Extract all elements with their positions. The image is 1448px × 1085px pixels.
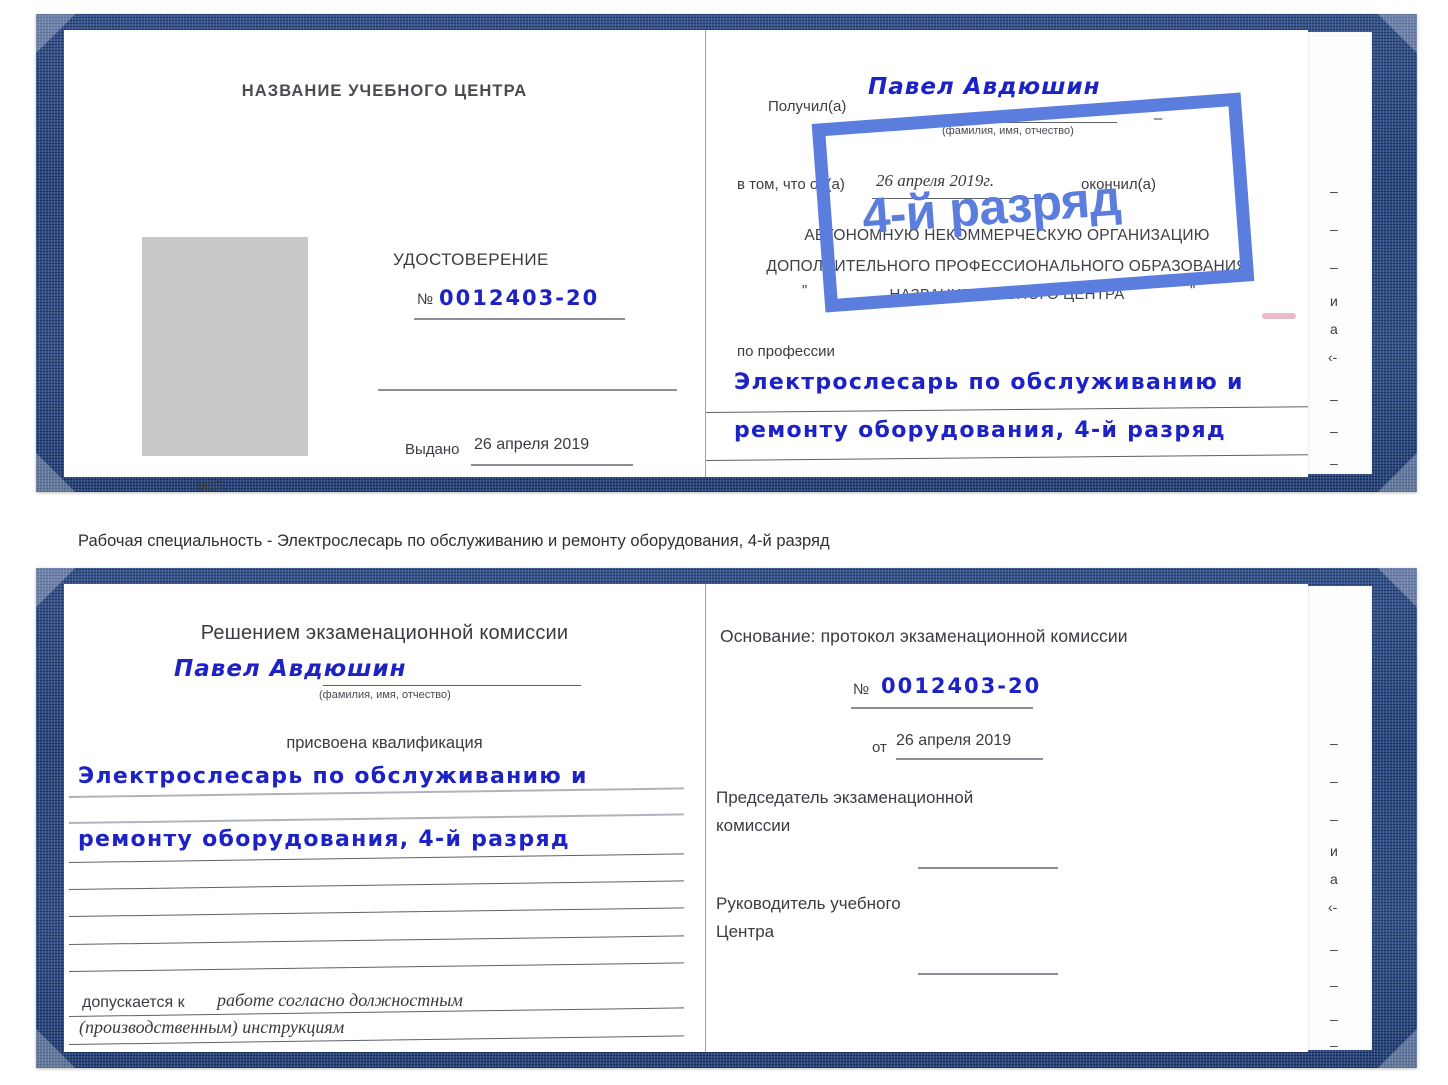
org-name: НАЗВАНИЕ УЧЕБНОГО ЦЕНТРА [889,286,1125,303]
qualification-rule-5 [68,907,684,917]
page-top-left: НАЗВАНИЕ УЧЕБНОГО ЦЕНТРА УДОСТОВЕРЕНИЕ №… [64,30,705,495]
label-issued: Выдано [405,441,460,458]
qualification-rule-3 [68,853,684,863]
page-fragment: – [1330,977,1338,993]
page-fragment: ‹- [1328,899,1338,915]
recipient-name-value: Павел Авдюшин [868,74,1101,100]
decision-title: Решением экзаменационной комиссии [200,622,569,644]
smudge-mark [1262,313,1296,319]
page-top-right: Получил(а) Павел Авдюшин (фамилия, имя, … [705,30,1308,477]
page-fragment: – [1330,773,1338,789]
certificate-bottom: – – – и а ‹- – – – – Решением экзаменаци… [36,568,1417,1068]
qualification-rule-7 [68,962,684,972]
head-signature-line [918,973,1058,975]
org-quote-open: " [802,282,808,299]
profession-rule-1 [705,406,1308,413]
label-qualification-assigned: присвоена квалификация [286,734,483,752]
label-mp: М.П. [196,478,228,495]
protocol-number-value: 0012403-20 [881,674,1042,698]
page-fragment: – [1330,455,1338,471]
page-fragment: – [1330,221,1338,237]
page-fragment: – [1330,941,1338,957]
head-label-line-1: Руководитель учебного [716,894,901,913]
certificate-top: – – – и а ‹- – – – НАЗВАНИЕ УЧЕБНОГО ЦЕН… [36,14,1417,495]
page-fragment: и [1330,293,1338,309]
hint-fio: (фамилия, имя, отчество) [942,125,1074,137]
chairman-label-line-1: Председатель экзаменационной [716,788,974,807]
label-udostoverenie: УДОСТОВЕРЕНИЕ [393,250,549,269]
profession-value-line-2: ремонту оборудования, 4-й разряд [734,418,1226,443]
label-basis-protocol: Основание: протокол экзаменационной коми… [720,626,1128,646]
qualification-rule-4 [68,880,684,890]
certificate-pages-bottom: Решением экзаменационной комиссии Павел … [64,584,1308,1052]
page-fragment: – [1330,811,1338,827]
qualification-value-line-1: Электрослесарь по обслуживанию и [78,764,588,789]
page-fragment: а [1330,321,1338,337]
label-admitted-to: допускается к [82,994,185,1011]
page-fragment: – [1330,391,1338,407]
page-fragment: ‹- [1328,349,1338,365]
page-fragment: – [1330,183,1338,199]
label-by-profession: по профессии [737,343,835,360]
chairman-signature-line [918,867,1058,869]
page-fragment: – [1330,259,1338,275]
page-title-training-center: НАЗВАНИЕ УЧЕБНОГО ЦЕНТРА [241,82,528,100]
protocol-date-underline [896,758,1043,760]
number-underline [414,318,625,320]
decision-name-value: Павел Авдюшин [174,656,407,682]
page-fragment: – [1330,1011,1338,1027]
hint-fio: (фамилия, имя, отчество) [319,689,451,701]
page-fragment: – [1330,735,1338,751]
protocol-date-value: 26 апреля 2019 [896,732,1012,749]
certificate-pages-top: НАЗВАНИЕ УЧЕБНОГО ЦЕНТРА УДОСТОВЕРЕНИЕ №… [64,30,1308,495]
issue-date-underline [471,464,633,466]
qualification-value-line-2: ремонту оборудования, 4-й разряд [78,827,570,852]
protocol-number-underline [851,707,1033,709]
qualification-rule-1 [68,787,684,798]
page-bottom-left: Решением экзаменационной комиссии Павел … [64,584,705,1052]
image-caption: Рабочая специальность - Электрослесарь п… [78,532,830,550]
profession-rule-2 [705,454,1308,461]
qualification-rule-6 [68,935,684,945]
page-fragment: – [1330,1037,1338,1053]
certificate-number-value: 0012403-20 [439,286,600,310]
protocol-number-sign: № [853,681,870,698]
page-fragment: и [1330,843,1338,859]
admitted-value-line-2: (производственным) инструкциям [79,1017,345,1037]
hidden-page-strip-bottom: – – – и а ‹- – – – – [1304,586,1372,1053]
decision-name-underline [323,685,581,686]
photo-placeholder [142,237,308,456]
label-received: Получил(а) [768,98,847,115]
dash-right-top: – [1154,110,1163,127]
label-number-sign: № [417,291,434,308]
label-from: от [872,739,887,756]
issue-date-value: 26 апреля 2019 [474,436,590,453]
recipient-name-underline [865,122,1117,123]
page-bottom-right: Основание: протокол экзаменационной коми… [706,584,1308,1052]
admitted-value-line-1: работе согласно должностным [217,990,463,1010]
hidden-page-strip-top: – – – и а ‹- – – – [1304,32,1372,474]
label-in-that: в том, что он(а) [737,176,845,193]
head-label-line-2: Центра [716,922,775,941]
chairman-label-line-2: комиссии [716,816,791,835]
page-fragment: а [1330,871,1338,887]
org-quote-close: " [1190,282,1196,299]
profession-value-line-1: Электрослесарь по обслуживанию и [734,370,1244,395]
page-fragment: – [1330,423,1338,439]
blank-underline [378,389,677,391]
org-line-2: ДОПОЛНИТЕЛЬНОГО ПРОФЕССИОНАЛЬНОГО ОБРАЗО… [766,258,1248,275]
qualification-rule-2 [68,813,684,824]
